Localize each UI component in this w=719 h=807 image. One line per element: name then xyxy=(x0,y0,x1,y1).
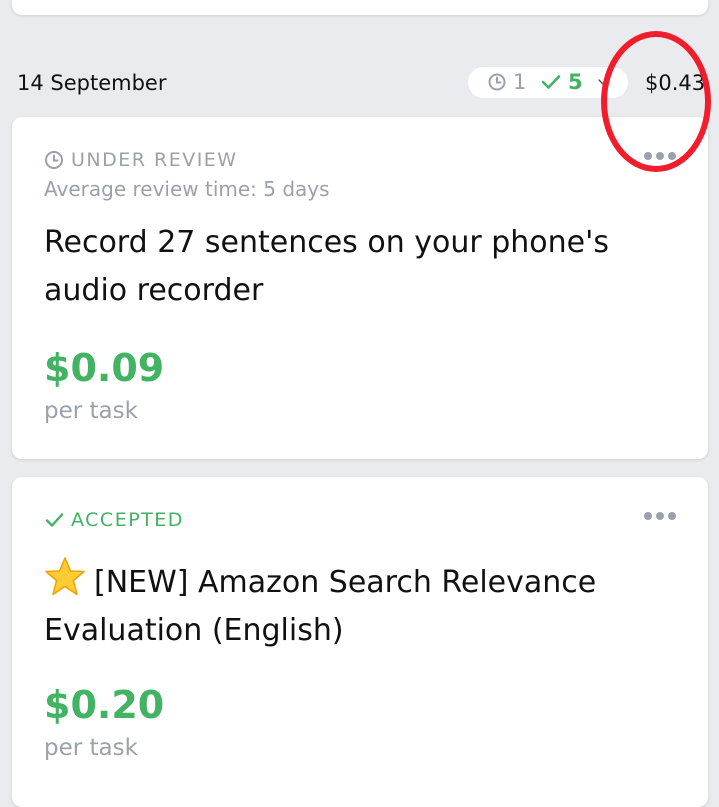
chevron-down-icon xyxy=(598,79,608,85)
accepted-count: 5 xyxy=(568,70,583,94)
task-card[interactable]: UNDER REVIEW Average review time: 5 days… xyxy=(12,117,708,459)
day-date-label: 14 September xyxy=(17,71,167,95)
clock-icon xyxy=(488,73,506,91)
star-icon xyxy=(45,557,85,596)
task-card[interactable]: ACCEPTED [NEW] Amazon Search Relevance E… xyxy=(12,477,708,807)
day-stats-toggle[interactable]: 1 5 xyxy=(468,67,628,98)
task-title-row: [NEW] Amazon Search Relevance Evaluation… xyxy=(44,556,684,655)
more-icon-dot xyxy=(668,152,676,160)
check-icon xyxy=(45,513,64,527)
task-reward: $0.09 xyxy=(44,346,165,390)
task-title: Record 27 sentences on your phone's audi… xyxy=(44,225,610,308)
more-icon-dot xyxy=(668,512,676,520)
average-review-time: Average review time: 5 days xyxy=(44,177,330,201)
pending-count: 1 xyxy=(513,70,527,94)
check-icon xyxy=(541,75,561,89)
day-total-earned: $0.43 xyxy=(645,71,706,95)
clock-icon xyxy=(45,151,63,169)
task-reward: $0.20 xyxy=(44,683,165,727)
reward-unit-label: per task xyxy=(44,735,138,761)
reward-unit-label: per task xyxy=(44,398,138,424)
more-icon-dot xyxy=(656,512,664,520)
more-options-button[interactable] xyxy=(642,149,678,163)
more-icon-dot xyxy=(656,152,664,160)
previous-task-card[interactable] xyxy=(12,0,708,15)
more-options-button[interactable] xyxy=(642,509,678,523)
status-label: UNDER REVIEW xyxy=(71,149,238,171)
more-icon-dot xyxy=(644,512,652,520)
task-title: [NEW] Amazon Search Relevance Evaluation… xyxy=(44,565,597,648)
more-icon-dot xyxy=(644,152,652,160)
status-label: ACCEPTED xyxy=(71,509,184,531)
